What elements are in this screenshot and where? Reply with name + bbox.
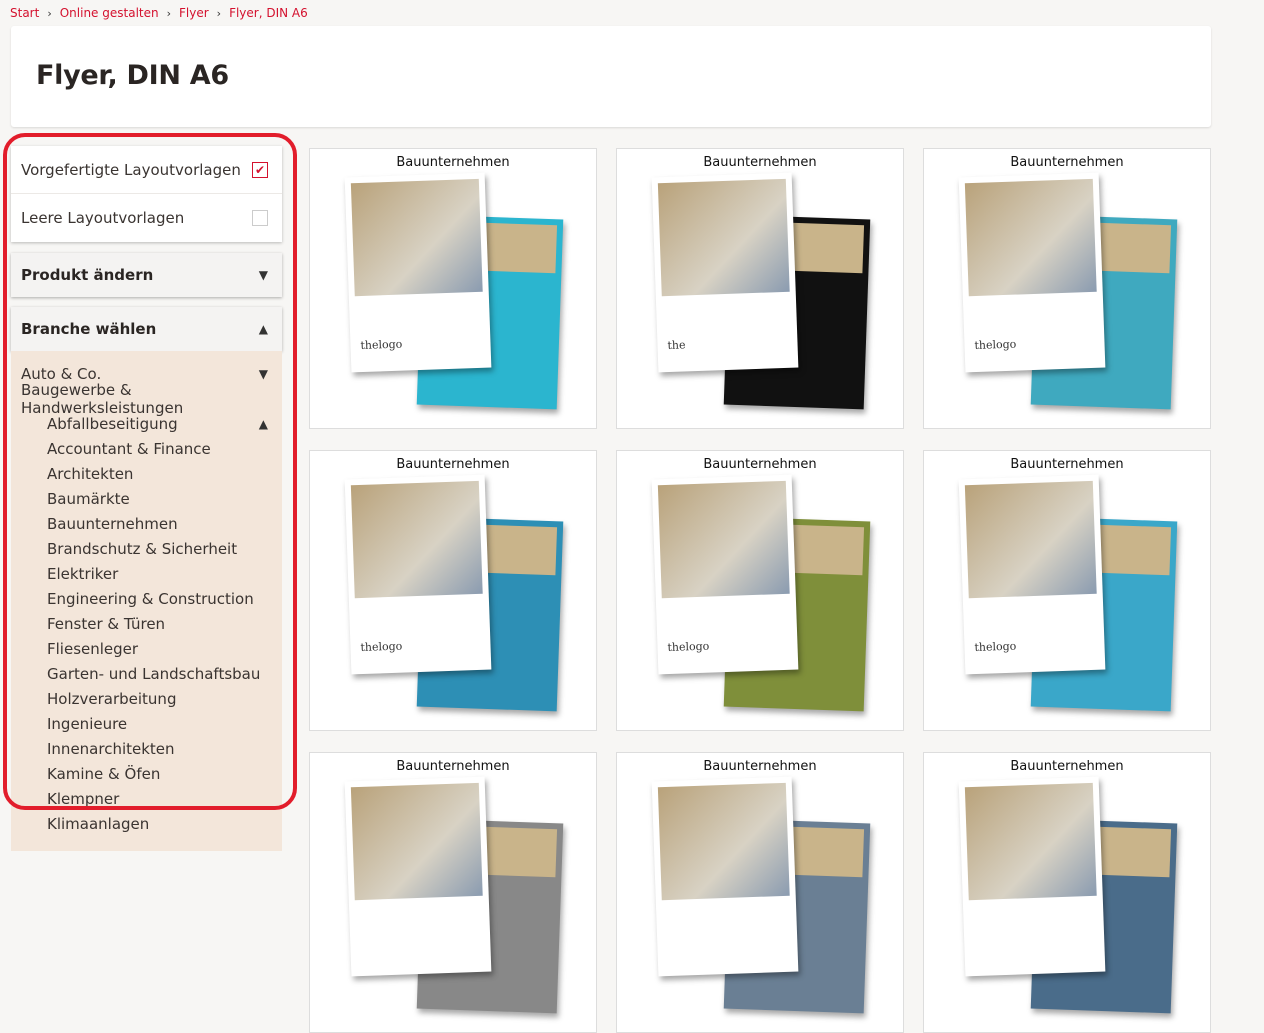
industry-subitem[interactable]: Accountant & Finance	[11, 436, 282, 461]
template-title: Bauunternehmen	[703, 759, 817, 774]
flyer-front-preview: thelogo	[958, 172, 1106, 373]
template-title: Bauunternehmen	[396, 457, 510, 472]
filter-label: Vorgefertigte Layoutvorlagen	[21, 160, 241, 179]
industry-subitem[interactable]: Bauunternehmen	[11, 511, 282, 536]
industry-subitem[interactable]: Innenarchitekten	[11, 736, 282, 761]
triangle-down-icon: ▼	[258, 366, 268, 381]
industry-subitem[interactable]: Klimaanlagen	[11, 811, 282, 836]
logo-text: thelogo	[974, 337, 1017, 353]
breadcrumb-current[interactable]: Flyer, DIN A6	[229, 6, 308, 20]
item-label: Engineering & Construction	[47, 589, 254, 608]
template-card[interactable]: Bauunternehmen the	[616, 148, 904, 429]
template-title: Bauunternehmen	[396, 155, 510, 170]
item-label: Bauunternehmen	[47, 514, 178, 533]
item-label: Accountant & Finance	[47, 439, 211, 458]
flyer-front-preview: thelogo	[344, 474, 492, 675]
template-card[interactable]: Bauunternehmen thelogo	[923, 148, 1211, 429]
breadcrumb-online-gestalten[interactable]: Online gestalten	[60, 6, 159, 20]
template-title: Bauunternehmen	[703, 155, 817, 170]
item-label: Brandschutz & Sicherheit	[47, 539, 238, 558]
item-label: Elektriker	[47, 564, 119, 583]
page-header: Flyer, DIN A6	[11, 26, 1211, 127]
filter-label: Leere Layoutvorlagen	[21, 209, 185, 227]
item-label: Abfallbeseitigung	[47, 414, 178, 433]
industry-subitem[interactable]: Elektriker	[11, 561, 282, 586]
item-label: Baugewerbe & Handwerksleistungen	[21, 380, 184, 417]
breadcrumb: Start › Online gestalten › Flyer › Flyer, D…	[10, 6, 308, 20]
item-label: Holzverarbeitung	[47, 689, 177, 708]
industry-accordion-header[interactable]: Branche wählen ▲	[11, 307, 282, 351]
industry-subitem[interactable]: Fliesenleger	[11, 636, 282, 661]
breadcrumb-start[interactable]: Start	[10, 6, 39, 20]
template-card[interactable]: Bauunternehmen thelogo	[309, 450, 597, 731]
product-change-accordion[interactable]: Produkt ändern ▼	[11, 253, 282, 297]
logo-text: thelogo	[360, 337, 403, 353]
industry-list: Auto & Co. ▼ Baugewerbe & Handwerksleistu…	[11, 351, 282, 851]
item-label: Kamine & Öfen	[47, 764, 161, 783]
industry-item[interactable]: Baugewerbe & Handwerksleistungen	[11, 381, 282, 417]
template-title: Bauunternehmen	[1010, 759, 1124, 774]
industry-subitem[interactable]: Baumärkte	[11, 486, 282, 511]
template-title: Bauunternehmen	[1010, 457, 1124, 472]
logo-text: the	[667, 338, 686, 353]
industry-subitem[interactable]: Garten- und Landschaftsbau	[11, 661, 282, 686]
triangle-down-icon: ▼	[258, 268, 268, 282]
industry-accordion: Branche wählen ▲ Auto & Co. ▼ Baugewerbe &…	[11, 307, 282, 851]
logo-text: thelogo	[360, 639, 403, 655]
industry-subitem[interactable]: Holzverarbeitung	[11, 686, 282, 711]
template-card[interactable]: Bauunternehmen	[309, 752, 597, 1033]
chevron-right-icon: ›	[47, 6, 52, 20]
template-card[interactable]: Bauunternehmen thelogo	[309, 148, 597, 429]
filter-blank[interactable]: Leere Layoutvorlagen	[11, 194, 282, 242]
template-card[interactable]: Bauunternehmen	[616, 752, 904, 1033]
industry-subitem[interactable]: Ingenieure	[11, 711, 282, 736]
item-label: Garten- und Landschaftsbau	[47, 664, 261, 683]
template-title: Bauunternehmen	[396, 759, 510, 774]
item-label: Klempner	[47, 789, 120, 808]
accordion-label: Produkt ändern	[21, 266, 154, 284]
template-card[interactable]: Bauunternehmen thelogo	[923, 450, 1211, 731]
industry-subitem[interactable]: Brandschutz & Sicherheit	[11, 536, 282, 561]
flyer-front-preview	[958, 776, 1106, 977]
item-label: Innenarchitekten	[47, 739, 175, 758]
item-label: Ingenieure	[47, 714, 128, 733]
industry-subitem[interactable]: Klempner	[11, 786, 282, 811]
flyer-front-preview: the	[651, 172, 799, 373]
flyer-front-preview: thelogo	[344, 172, 492, 373]
item-label: Klimaanlagen	[47, 814, 150, 833]
checkbox-checked[interactable]: ✔	[252, 161, 268, 178]
item-label: Baumärkte	[47, 489, 130, 508]
item-label: Fliesenleger	[47, 639, 139, 658]
industry-subitem[interactable]: Engineering & Construction	[11, 586, 282, 611]
flyer-front-preview	[651, 776, 799, 977]
chevron-right-icon: ›	[216, 6, 222, 20]
template-card[interactable]: Bauunternehmen thelogo	[616, 450, 904, 731]
item-label: Architekten	[47, 464, 134, 483]
logo-text: thelogo	[974, 639, 1017, 655]
breadcrumb-flyer[interactable]: Flyer	[179, 6, 209, 20]
flyer-front-preview: thelogo	[958, 474, 1106, 675]
checkbox-unchecked[interactable]	[252, 210, 268, 226]
template-title: Bauunternehmen	[1010, 155, 1124, 170]
page-title: Flyer, DIN A6	[36, 60, 229, 91]
industry-subitem[interactable]: Architekten	[11, 461, 282, 486]
flyer-front-preview	[344, 776, 492, 977]
filter-prebuilt[interactable]: Vorgefertigte Layoutvorlagen ✔	[11, 146, 282, 194]
chevron-right-icon: ›	[166, 6, 171, 20]
accordion-label: Branche wählen	[21, 320, 157, 338]
item-label: Fenster & Türen	[47, 614, 166, 633]
template-card[interactable]: Bauunternehmen	[923, 752, 1211, 1033]
triangle-up-icon: ▲	[258, 416, 268, 431]
template-title: Bauunternehmen	[703, 457, 817, 472]
industry-subitem[interactable]: Kamine & Öfen	[11, 761, 282, 786]
layout-filter-panel: Vorgefertigte Layoutvorlagen ✔ Leere Layo…	[11, 146, 282, 242]
triangle-up-icon: ▲	[258, 322, 268, 336]
industry-subitem[interactable]: Fenster & Türen	[11, 611, 282, 636]
logo-text: thelogo	[667, 639, 710, 655]
flyer-front-preview: thelogo	[651, 474, 799, 675]
